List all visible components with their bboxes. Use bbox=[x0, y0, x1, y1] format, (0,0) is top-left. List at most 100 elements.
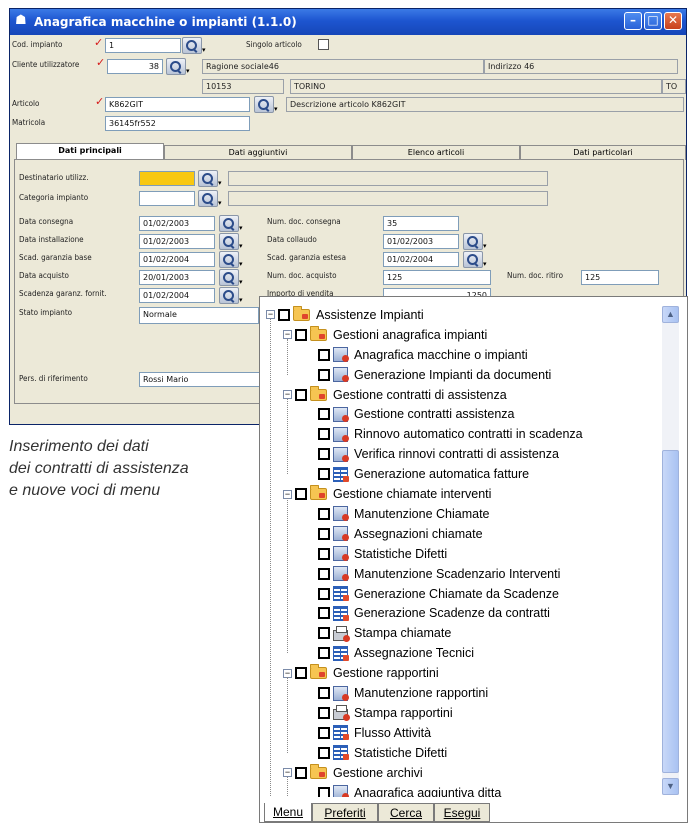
chevron-down-icon[interactable]: ▾ bbox=[239, 243, 245, 250]
tree-item[interactable]: Generazione Chiamate da Scadenze bbox=[306, 584, 559, 604]
tab-cerca[interactable]: Cerca bbox=[378, 803, 434, 822]
scroll-thumb[interactable] bbox=[662, 450, 679, 773]
tab-menu[interactable]: Menu bbox=[264, 803, 312, 822]
tree-item[interactable]: Generazione Scadenze da contratti bbox=[306, 604, 550, 624]
calendar-lookup-button[interactable] bbox=[219, 215, 239, 232]
pers-riferimento-field[interactable]: Rossi Mario bbox=[139, 372, 261, 387]
tab-preferiti[interactable]: Preferiti bbox=[312, 803, 378, 822]
tree-item[interactable]: − Gestione chiamate interventi bbox=[283, 484, 491, 504]
categoria-field[interactable] bbox=[139, 191, 195, 206]
tree-item[interactable]: − Gestioni anagrafica impianti bbox=[283, 325, 487, 345]
articolo-field[interactable]: K862GIT bbox=[105, 97, 250, 112]
tree-item[interactable]: Verifica rinnovi contratti di assistenza bbox=[306, 444, 559, 464]
tree-item[interactable]: Flusso Attività bbox=[306, 723, 431, 743]
tree-item[interactable]: Generazione Impianti da documenti bbox=[306, 365, 551, 385]
tree-item[interactable]: Rinnovo automatico contratti in scadenza bbox=[306, 424, 583, 444]
chevron-down-icon[interactable]: ▾ bbox=[202, 47, 208, 54]
num-doc-acquisto-field[interactable]: 125 bbox=[383, 270, 491, 285]
item-checkbox[interactable] bbox=[295, 388, 307, 401]
chevron-down-icon[interactable]: ▾ bbox=[239, 279, 245, 286]
item-checkbox[interactable] bbox=[318, 587, 330, 600]
item-checkbox[interactable] bbox=[318, 726, 330, 739]
close-button[interactable]: ✕ bbox=[664, 12, 682, 30]
item-checkbox[interactable] bbox=[318, 567, 330, 580]
item-checkbox[interactable] bbox=[278, 308, 290, 321]
calendar-lookup-button[interactable] bbox=[219, 233, 239, 250]
tab-esegui[interactable]: Esegui bbox=[434, 803, 490, 822]
item-checkbox[interactable] bbox=[318, 368, 330, 381]
lookup-button[interactable] bbox=[182, 37, 202, 54]
tree-item[interactable]: − Gestione rapportini bbox=[283, 663, 439, 683]
lookup-button[interactable] bbox=[198, 190, 218, 207]
chevron-down-icon[interactable]: ▾ bbox=[274, 106, 280, 113]
calendar-lookup-button[interactable] bbox=[463, 251, 483, 268]
tree-item[interactable]: Statistiche Difetti bbox=[306, 544, 447, 564]
item-checkbox[interactable] bbox=[318, 706, 330, 719]
tree-item[interactable]: Assegnazioni chiamate bbox=[306, 524, 483, 544]
tree-item[interactable]: Anagrafica macchine o impianti bbox=[306, 345, 528, 365]
tree-item[interactable]: Generazione automatica fatture bbox=[306, 464, 529, 484]
scroll-down-button[interactable]: ▼ bbox=[662, 778, 679, 795]
tree-item[interactable]: − Gestione archivi bbox=[283, 763, 423, 783]
chevron-down-icon[interactable]: ▾ bbox=[239, 225, 245, 232]
lookup-button[interactable] bbox=[198, 170, 218, 187]
chevron-down-icon[interactable]: ▾ bbox=[483, 261, 489, 268]
data-installazione-field[interactable]: 01/02/2003 bbox=[139, 234, 215, 249]
tree-item[interactable]: Statistiche Difetti bbox=[306, 743, 447, 763]
item-checkbox[interactable] bbox=[318, 527, 330, 540]
item-checkbox[interactable] bbox=[318, 507, 330, 520]
stato-impianto-select[interactable]: Normale bbox=[139, 307, 259, 324]
tree-item[interactable]: Manutenzione Scadenzario Interventi bbox=[306, 564, 560, 584]
tree-item[interactable]: − Assistenze Impianti bbox=[266, 305, 424, 325]
maximize-button[interactable]: □ bbox=[644, 12, 662, 30]
chevron-down-icon[interactable]: ▾ bbox=[483, 243, 489, 250]
tab-dati-principali[interactable]: Dati principali bbox=[16, 143, 164, 160]
chevron-down-icon[interactable]: ▾ bbox=[218, 200, 224, 207]
item-checkbox[interactable] bbox=[318, 687, 330, 700]
calendar-lookup-button[interactable] bbox=[219, 269, 239, 286]
data-collaudo-field[interactable]: 01/02/2003 bbox=[383, 234, 459, 249]
chevron-down-icon[interactable]: ▾ bbox=[239, 297, 245, 304]
item-checkbox[interactable] bbox=[318, 428, 330, 441]
tree-item[interactable]: Manutenzione Chiamate bbox=[306, 504, 490, 524]
item-checkbox[interactable] bbox=[318, 647, 330, 660]
num-doc-consegna-field[interactable]: 35 bbox=[383, 216, 459, 231]
calendar-lookup-button[interactable] bbox=[463, 233, 483, 250]
lookup-button[interactable] bbox=[166, 58, 186, 75]
tab-dati-particolari[interactable]: Dati particolari bbox=[520, 145, 686, 160]
scad-garanzia-estesa-field[interactable]: 01/02/2004 bbox=[383, 252, 459, 267]
cod-impianto-field[interactable]: 1 bbox=[105, 38, 181, 53]
item-checkbox[interactable] bbox=[318, 348, 330, 361]
scroll-up-button[interactable]: ▲ bbox=[662, 306, 679, 323]
destinatario-field[interactable] bbox=[139, 171, 195, 186]
matricola-field[interactable]: 36145fr552 bbox=[105, 116, 250, 131]
item-checkbox[interactable] bbox=[318, 627, 330, 640]
tab-dati-aggiuntivi[interactable]: Dati aggiuntivi bbox=[164, 145, 352, 160]
data-acquisto-field[interactable]: 20/01/2003 bbox=[139, 270, 215, 285]
item-checkbox[interactable] bbox=[318, 547, 330, 560]
item-checkbox[interactable] bbox=[318, 607, 330, 620]
data-consegna-field[interactable]: 01/02/2003 bbox=[139, 216, 215, 231]
calendar-lookup-button[interactable] bbox=[219, 287, 239, 304]
singolo-articolo-checkbox[interactable] bbox=[318, 39, 329, 50]
chevron-down-icon[interactable]: ▾ bbox=[239, 261, 245, 268]
chevron-down-icon[interactable]: ▾ bbox=[186, 68, 192, 75]
tree-item[interactable]: Stampa chiamate bbox=[306, 623, 451, 643]
item-checkbox[interactable] bbox=[295, 488, 307, 501]
scad-garanzia-base-field[interactable]: 01/02/2004 bbox=[139, 252, 215, 267]
item-checkbox[interactable] bbox=[318, 408, 330, 421]
tree-item[interactable]: Stampa rapportini bbox=[306, 703, 453, 723]
item-checkbox[interactable] bbox=[318, 786, 330, 797]
scad-garanzia-fornit-field[interactable]: 01/02/2004 bbox=[139, 288, 215, 303]
tree-item[interactable]: Manutenzione rapportini bbox=[306, 683, 488, 703]
cliente-field[interactable]: 38 bbox=[107, 59, 163, 74]
tree-item[interactable]: Anagrafica aggiuntiva ditta bbox=[306, 783, 501, 797]
item-checkbox[interactable] bbox=[295, 667, 307, 680]
item-checkbox[interactable] bbox=[295, 328, 307, 341]
item-checkbox[interactable] bbox=[318, 468, 330, 481]
title-bar[interactable]: ☗ Anagrafica macchine o impianti (1.1.0)… bbox=[10, 9, 686, 35]
tree-item[interactable]: Assegnazione Tecnici bbox=[306, 643, 474, 663]
chevron-down-icon[interactable]: ▾ bbox=[218, 180, 224, 187]
tree-scrollbar[interactable]: ▲ ▼ bbox=[662, 306, 679, 795]
tree-item[interactable]: − Gestione contratti di assistenza bbox=[283, 385, 507, 405]
